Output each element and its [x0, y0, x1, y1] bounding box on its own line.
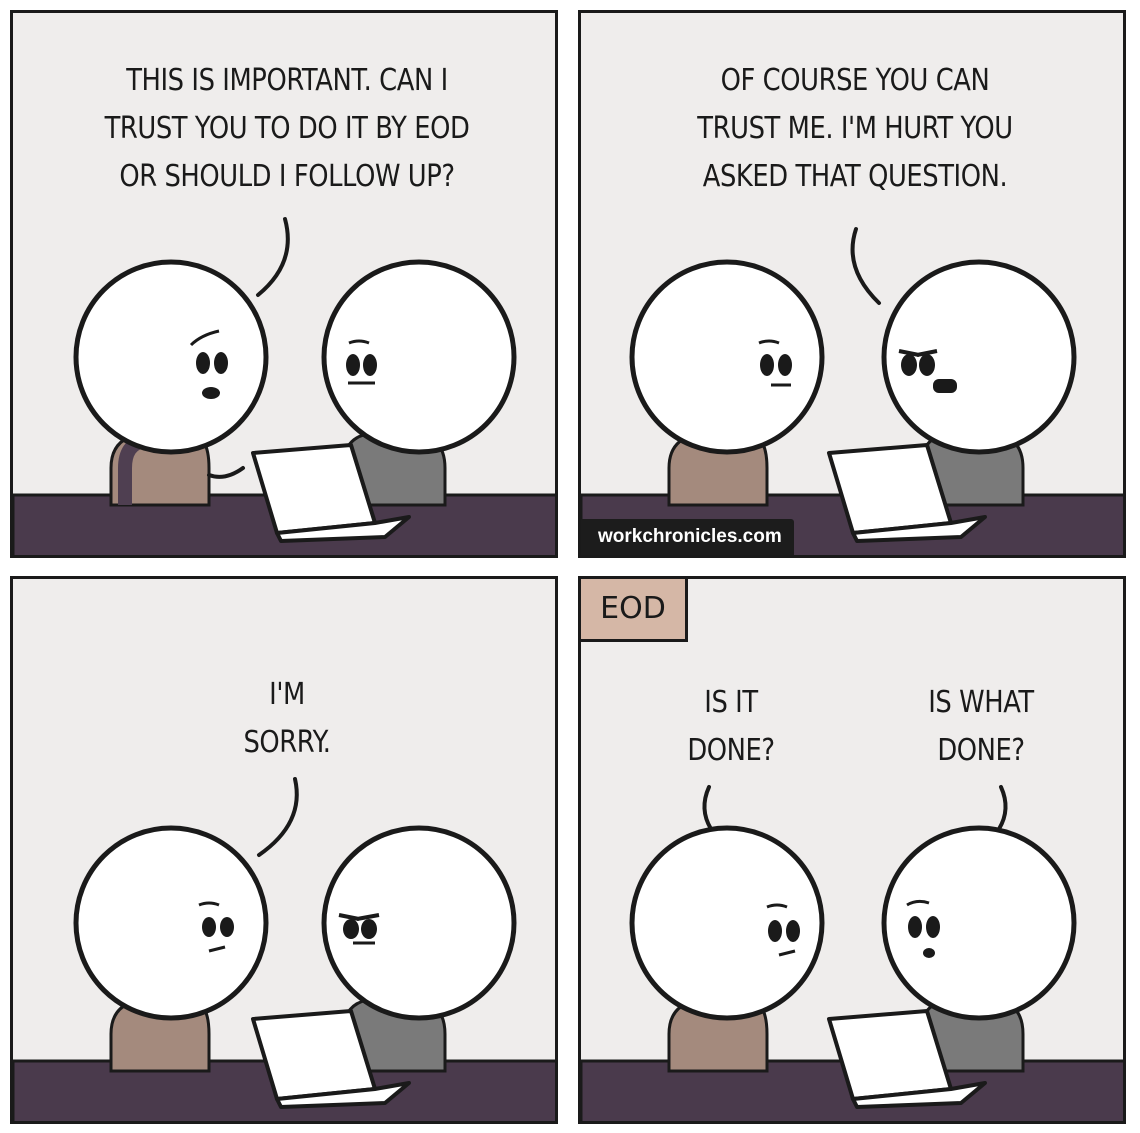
panel-illustration — [581, 227, 1123, 555]
panel-illustration — [13, 777, 555, 1121]
watermark-label: workchronicles.com — [581, 519, 794, 555]
comic-panel-4: EOD IS IT DONE? IS WHAT DONE? — [578, 576, 1126, 1124]
comic-panel-1: THIS IS IMPORTANT. CAN I TRUST YOU TO DO… — [10, 10, 558, 558]
comic-panel-2: OF COURSE YOU CAN TRUST ME. I'M HURT YOU… — [578, 10, 1126, 558]
panel-illustration — [581, 785, 1123, 1121]
comic-panel-3: I'M SORRY. — [10, 576, 558, 1124]
panel-illustration — [13, 217, 555, 555]
